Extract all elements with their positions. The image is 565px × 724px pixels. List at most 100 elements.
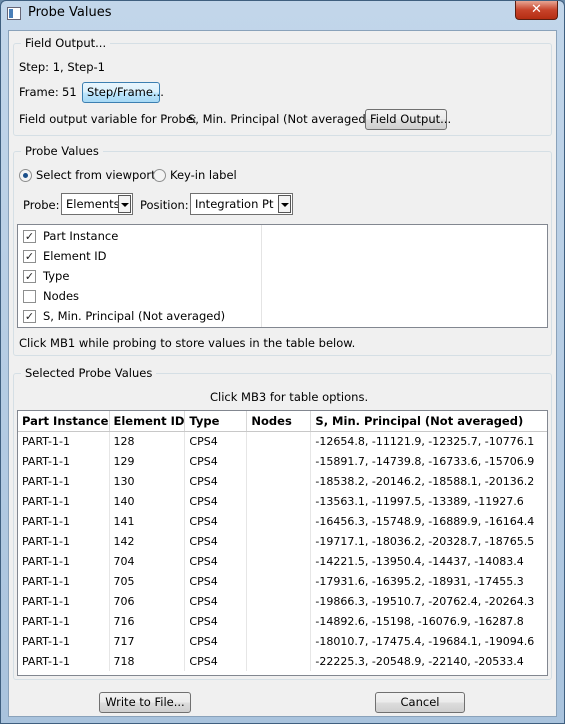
cell-s-min-principal: -22225.3, -20548.9, -22140, -20533.4 xyxy=(315,654,524,668)
dialog-body: Field Output... Step: 1, Step-1 Frame: 5… xyxy=(8,30,557,717)
cell-nodes xyxy=(246,591,312,611)
cell-s-min-principal: -18538.2, -20146.2, -18588.1, -20136.2 xyxy=(315,474,535,488)
header-element-id[interactable]: Element ID xyxy=(109,411,186,432)
close-icon[interactable]: ✕ xyxy=(515,1,558,20)
cancel-button[interactable]: Cancel xyxy=(375,692,465,713)
select-from-viewport-radio[interactable] xyxy=(19,169,32,182)
table-header-row: Part Instance Element ID Type Nodes S, M… xyxy=(18,411,547,432)
probe-values-grid: Part Instance Element ID Type Nodes S, M… xyxy=(18,411,547,671)
table-row[interactable]: PART-1-1 128 CPS4 -12654.8, -11121.9, -1232… xyxy=(18,431,547,451)
probe-values-table[interactable]: Part Instance Element ID Type Nodes S, M… xyxy=(17,410,548,676)
cell-part-instance: PART-1-1 xyxy=(18,591,110,611)
cell-type: CPS4 xyxy=(184,451,248,471)
header-s-min-principal[interactable]: S, Min. Principal (Not averaged) xyxy=(310,411,547,432)
title-bar[interactable]: Probe Values ✕ xyxy=(1,1,564,27)
cell-type: CPS4 xyxy=(184,431,248,451)
cell-type: CPS4 xyxy=(184,511,248,531)
write-to-file-button[interactable]: Write to File... xyxy=(99,692,191,713)
cell-nodes xyxy=(246,651,312,671)
field-output-button[interactable]: Field Output... xyxy=(365,109,451,130)
cell-part-instance: PART-1-1 xyxy=(18,551,110,571)
cell-type: CPS4 xyxy=(184,631,248,651)
table-row[interactable]: PART-1-1 716 CPS4 -14892.6, -15198, -16076.… xyxy=(18,611,547,631)
cell-s-min-principal: -17931.6, -16395.2, -18931, -17455.3 xyxy=(315,574,524,588)
s-min-principal-checkbox[interactable]: ✓ xyxy=(23,310,36,323)
cell-element-id: 140 xyxy=(109,491,186,511)
cell-type: CPS4 xyxy=(184,531,248,551)
position-select-value: Integration Pt xyxy=(195,197,274,211)
table-row[interactable]: PART-1-1 140 CPS4 -13563.1, -11997.5, -1338… xyxy=(18,491,547,511)
cell-type: CPS4 xyxy=(184,551,248,571)
nodes-checkbox[interactable] xyxy=(23,290,36,303)
cell-nodes xyxy=(246,531,312,551)
step-frame-button[interactable]: Step/Frame... xyxy=(82,82,164,103)
header-part-instance[interactable]: Part Instance xyxy=(18,411,110,432)
cell-element-id: 718 xyxy=(109,651,186,671)
table-body: PART-1-1 128 CPS4 -12654.8, -11121.9, -1232… xyxy=(18,431,547,671)
frame-value: 51 xyxy=(62,85,77,99)
field-output-group-title: Field Output... xyxy=(21,36,111,50)
cell-element-id: 705 xyxy=(109,571,186,591)
cell-s-min-principal: -18010.7, -17475.4, -19684.1, -19094.6 xyxy=(315,634,535,648)
cell-s-min-principal: -13563.1, -11997.5, -13389, -11927.6 xyxy=(315,494,524,508)
probe-hint: Click MB1 while probing to store values … xyxy=(19,336,356,350)
cell-s-min-principal: -15891.7, -14739.8, -16733.6, -15706.9 xyxy=(315,454,535,468)
element-id-checkbox[interactable]: ✓ xyxy=(23,250,36,263)
cell-nodes xyxy=(246,571,312,591)
table-row[interactable]: PART-1-1 129 CPS4 -15891.7, -14739.8, -1673… xyxy=(18,451,547,471)
cell-s-min-principal: -19717.1, -18036.2, -20328.7, -18765.5 xyxy=(315,534,535,548)
column-checklist: ✓ Part Instance ✓ Element ID ✓ Type Node… xyxy=(17,224,548,328)
cell-element-id: 130 xyxy=(109,471,186,491)
select-from-viewport-label[interactable]: Select from viewport xyxy=(36,168,156,182)
table-row[interactable]: PART-1-1 704 CPS4 -14221.5, -13950.4, -1443… xyxy=(18,551,547,571)
table-row[interactable]: PART-1-1 705 CPS4 -17931.6, -16395.2, -1893… xyxy=(18,571,547,591)
cell-part-instance: PART-1-1 xyxy=(18,631,110,651)
part-instance-checkbox-label[interactable]: Part Instance xyxy=(43,229,118,243)
cell-element-id: 704 xyxy=(109,551,186,571)
table-row[interactable]: PART-1-1 706 CPS4 -19866.3, -19510.7, -2076… xyxy=(18,591,547,611)
selected-probe-values-title: Selected Probe Values xyxy=(21,366,157,380)
cell-type: CPS4 xyxy=(184,591,248,611)
cell-part-instance: PART-1-1 xyxy=(18,571,110,591)
app-icon xyxy=(7,7,21,20)
s-min-principal-checkbox-label[interactable]: S, Min. Principal (Not averaged) xyxy=(43,309,225,323)
key-in-label-radio[interactable] xyxy=(153,169,166,182)
table-row[interactable]: PART-1-1 141 CPS4 -16456.3, -15748.9, -1688… xyxy=(18,511,547,531)
cell-type: CPS4 xyxy=(184,471,248,491)
cell-type: CPS4 xyxy=(184,611,248,631)
key-in-label-label[interactable]: Key-in label xyxy=(170,168,237,182)
cell-part-instance: PART-1-1 xyxy=(18,531,110,551)
probe-label: Probe: xyxy=(23,198,60,212)
cell-s-min-principal: -14221.5, -13950.4, -14437, -14083.4 xyxy=(315,554,524,568)
window-title: Probe Values xyxy=(28,5,112,20)
chevron-down-icon[interactable] xyxy=(278,195,291,213)
table-row[interactable]: PART-1-1 717 CPS4 -18010.7, -17475.4, -1968… xyxy=(18,631,547,651)
cell-s-min-principal: -14892.6, -15198, -16076.9, -16287.8 xyxy=(315,614,524,628)
position-select[interactable]: Integration Pt xyxy=(190,193,293,215)
cell-type: CPS4 xyxy=(184,571,248,591)
cell-nodes xyxy=(246,491,312,511)
type-checkbox[interactable]: ✓ xyxy=(23,270,36,283)
cell-nodes xyxy=(246,451,312,471)
cell-part-instance: PART-1-1 xyxy=(18,651,110,671)
cell-s-min-principal: -16456.3, -15748.9, -16889.9, -16164.4 xyxy=(315,514,535,528)
cell-element-id: 717 xyxy=(109,631,186,651)
nodes-checkbox-label[interactable]: Nodes xyxy=(43,289,79,303)
probe-select[interactable]: Elements xyxy=(61,193,133,215)
chevron-down-icon[interactable] xyxy=(118,195,131,213)
header-type[interactable]: Type xyxy=(184,411,248,432)
probe-values-group-title: Probe Values xyxy=(21,144,103,158)
type-checkbox-label[interactable]: Type xyxy=(43,269,69,283)
cell-nodes xyxy=(246,631,312,651)
cell-s-min-principal: -12654.8, -11121.9, -12325.7, -10776.1 xyxy=(315,434,535,448)
header-nodes[interactable]: Nodes xyxy=(246,411,312,432)
cell-element-id: 716 xyxy=(109,611,186,631)
cell-element-id: 142 xyxy=(109,531,186,551)
variable-label: Field output variable for Probe: xyxy=(19,112,197,126)
probe-values-group: Probe Values Select from viewport Key-in… xyxy=(13,144,552,356)
table-row[interactable]: PART-1-1 130 CPS4 -18538.2, -20146.2, -1858… xyxy=(18,471,547,491)
table-row[interactable]: PART-1-1 142 CPS4 -19717.1, -18036.2, -2032… xyxy=(18,531,547,551)
part-instance-checkbox[interactable]: ✓ xyxy=(23,230,36,243)
table-row[interactable]: PART-1-1 718 CPS4 -22225.3, -20548.9, -2214… xyxy=(18,651,547,671)
element-id-checkbox-label[interactable]: Element ID xyxy=(43,249,107,263)
